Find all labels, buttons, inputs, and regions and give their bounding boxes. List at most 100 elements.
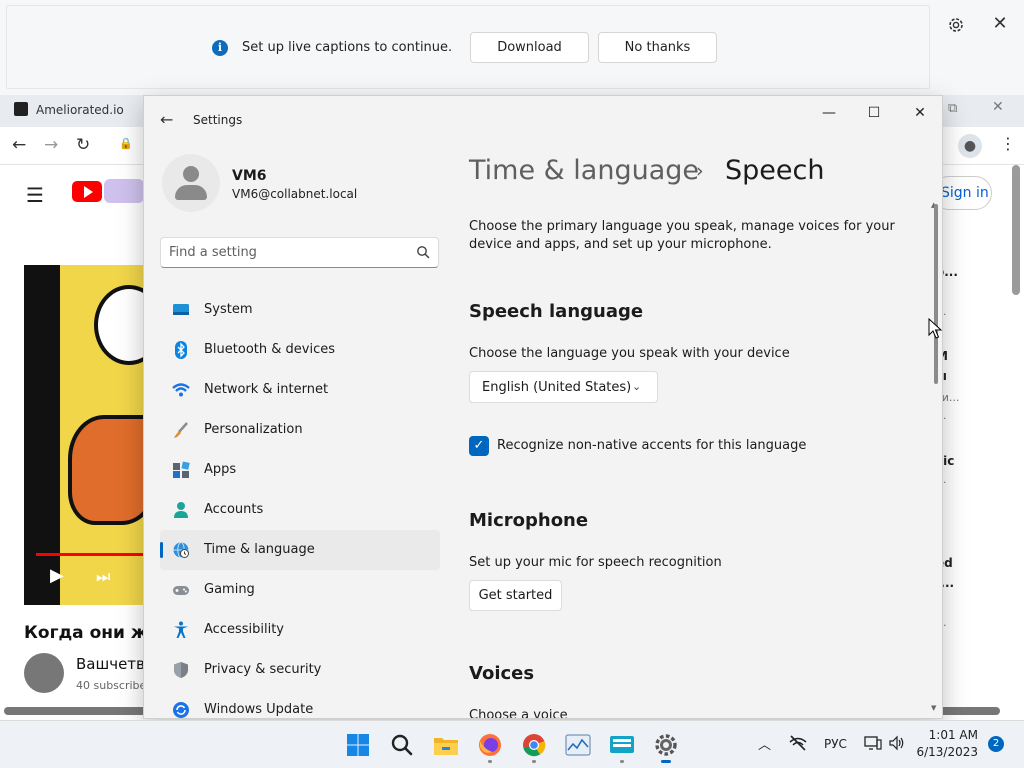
reload-icon[interactable]: ↻ — [76, 135, 90, 155]
cartoon-mouth — [68, 415, 144, 525]
avatar-body — [175, 185, 207, 200]
task-manager-icon[interactable] — [562, 729, 594, 761]
update-icon — [173, 702, 189, 718]
nav-item-privacy-security[interactable]: Privacy & security — [160, 650, 440, 690]
microphone-subtitle: Set up your mic for speech recognition — [469, 555, 722, 570]
restore-icon[interactable]: ⧉ — [948, 101, 957, 116]
content-scrollbar[interactable] — [934, 204, 938, 384]
display-icon[interactable] — [864, 734, 882, 752]
channel-name[interactable]: Вашчетв — [76, 655, 144, 673]
download-button[interactable]: Download — [470, 32, 589, 63]
search-box[interactable] — [160, 237, 439, 268]
taskbar: ︿ РУС 1:01 AM 6/13/2023 2 — [0, 720, 1024, 768]
maximize-button[interactable]: ☐ — [859, 103, 889, 123]
play-icon[interactable]: ▶ — [50, 565, 64, 586]
video-title[interactable]: Когда они жд — [24, 623, 144, 643]
breadcrumb-parent[interactable]: Time & language — [469, 155, 699, 186]
accessibility-icon — [174, 621, 188, 638]
settings-icon[interactable] — [650, 729, 682, 761]
chevron-up-icon[interactable]: ︿ — [758, 734, 771, 753]
video-thumbnail[interactable]: ▶ ⏭ — [24, 265, 144, 605]
apps-icon — [173, 461, 190, 478]
nav-label: Privacy & security — [204, 662, 322, 677]
accounts-icon — [174, 502, 188, 518]
user-name: VM6 — [232, 168, 267, 184]
gear-icon[interactable] — [946, 15, 966, 35]
user-avatar[interactable] — [162, 154, 220, 212]
avatar-head — [183, 166, 199, 182]
file-explorer-icon[interactable] — [430, 729, 462, 761]
lock-icon[interactable]: 🔒 — [119, 137, 133, 150]
scroll-down-arrow-icon[interactable]: ▼ — [931, 704, 936, 712]
system-icon — [173, 304, 189, 315]
input-language-indicator[interactable]: РУС — [824, 737, 847, 751]
firefox-icon[interactable] — [474, 729, 506, 761]
nav-item-time-language[interactable]: Time & language — [160, 530, 440, 570]
youtube-doodle-icon — [104, 179, 144, 203]
video-progress-bar[interactable] — [36, 553, 144, 556]
nav-item-personalization[interactable]: Personalization — [160, 410, 440, 450]
gamepad-icon — [173, 586, 189, 595]
speech-language-dropdown[interactable]: English (United States) ⌄ — [469, 371, 658, 403]
clock-date[interactable]: 6/13/2023 — [912, 745, 978, 759]
volume-icon[interactable] — [888, 734, 906, 752]
kebab-menu-icon[interactable]: ⋮ — [1000, 134, 1016, 153]
search-icon[interactable] — [415, 244, 431, 260]
running-indicator — [532, 760, 536, 763]
mouse-cursor-icon — [928, 318, 942, 339]
remote-desktop-icon[interactable] — [606, 729, 638, 761]
nav-item-network[interactable]: Network & internet — [160, 370, 440, 410]
network-offline-icon[interactable] — [788, 733, 808, 753]
hamburger-menu-icon[interactable]: ☰ — [26, 183, 44, 207]
nav-item-bluetooth[interactable]: Bluetooth & devices — [160, 330, 440, 370]
nav-item-accessibility[interactable]: Accessibility — [160, 610, 440, 650]
chrome-icon[interactable] — [518, 729, 550, 761]
nav-item-windows-update[interactable]: Windows Update — [160, 690, 440, 718]
info-icon: i — [212, 40, 228, 56]
accent-checkbox[interactable]: ✓ — [469, 436, 489, 456]
back-arrow-icon[interactable]: ← — [160, 110, 173, 129]
close-icon[interactable]: ✕ — [990, 14, 1010, 34]
notification-badge[interactable]: 2 — [988, 736, 1004, 752]
globe-clock-icon — [173, 542, 189, 558]
profile-avatar-icon[interactable]: ● — [958, 134, 982, 158]
nav-label: System — [204, 302, 253, 317]
next-icon[interactable]: ⏭ — [96, 567, 110, 587]
active-indicator — [661, 760, 671, 763]
accent-checkbox-label[interactable]: Recognize non-native accents for this la… — [497, 438, 806, 453]
no-thanks-button[interactable]: No thanks — [598, 32, 717, 63]
channel-avatar[interactable] — [24, 653, 64, 693]
bluetooth-icon — [175, 341, 187, 359]
clock-time[interactable]: 1:01 AM — [912, 728, 978, 742]
nav-label: Apps — [204, 462, 237, 477]
nav-label: Personalization — [204, 422, 303, 437]
chevron-down-icon: ⌄ — [632, 380, 642, 393]
youtube-logo-icon[interactable] — [72, 181, 102, 202]
microphone-heading: Microphone — [469, 510, 589, 531]
get-started-button[interactable]: Get started — [469, 580, 562, 611]
search-icon[interactable] — [386, 729, 418, 761]
nav-label: Accessibility — [204, 622, 284, 637]
subscriber-count: 40 subscribe — [76, 679, 144, 692]
page-title: Speech — [725, 155, 825, 186]
nav-label: Accounts — [204, 502, 264, 517]
nav-item-apps[interactable]: Apps — [160, 450, 440, 490]
browser-scrollbar[interactable] — [1012, 165, 1020, 295]
forward-arrow-icon[interactable]: → — [44, 135, 58, 155]
start-icon[interactable] — [342, 729, 374, 761]
browser-tab[interactable]: Ameliorated.io — [14, 102, 124, 117]
settings-nav: System Bluetooth & devices Network & int… — [160, 290, 440, 718]
cartoon-eye — [94, 285, 144, 365]
window-title: Settings — [193, 113, 243, 127]
wifi-icon — [172, 383, 190, 397]
back-arrow-icon[interactable]: ← — [12, 135, 26, 155]
speech-language-subtitle: Choose the language you speak with your … — [469, 346, 790, 361]
search-input[interactable] — [169, 238, 409, 267]
nav-item-system[interactable]: System — [160, 290, 440, 330]
close-button[interactable]: ✕ — [905, 103, 935, 123]
nav-item-accounts[interactable]: Accounts — [160, 490, 440, 530]
minimize-button[interactable]: — — [814, 103, 844, 123]
nav-item-gaming[interactable]: Gaming — [160, 570, 440, 610]
nav-label: Network & internet — [204, 382, 329, 397]
close-icon[interactable]: ✕ — [992, 99, 1004, 115]
